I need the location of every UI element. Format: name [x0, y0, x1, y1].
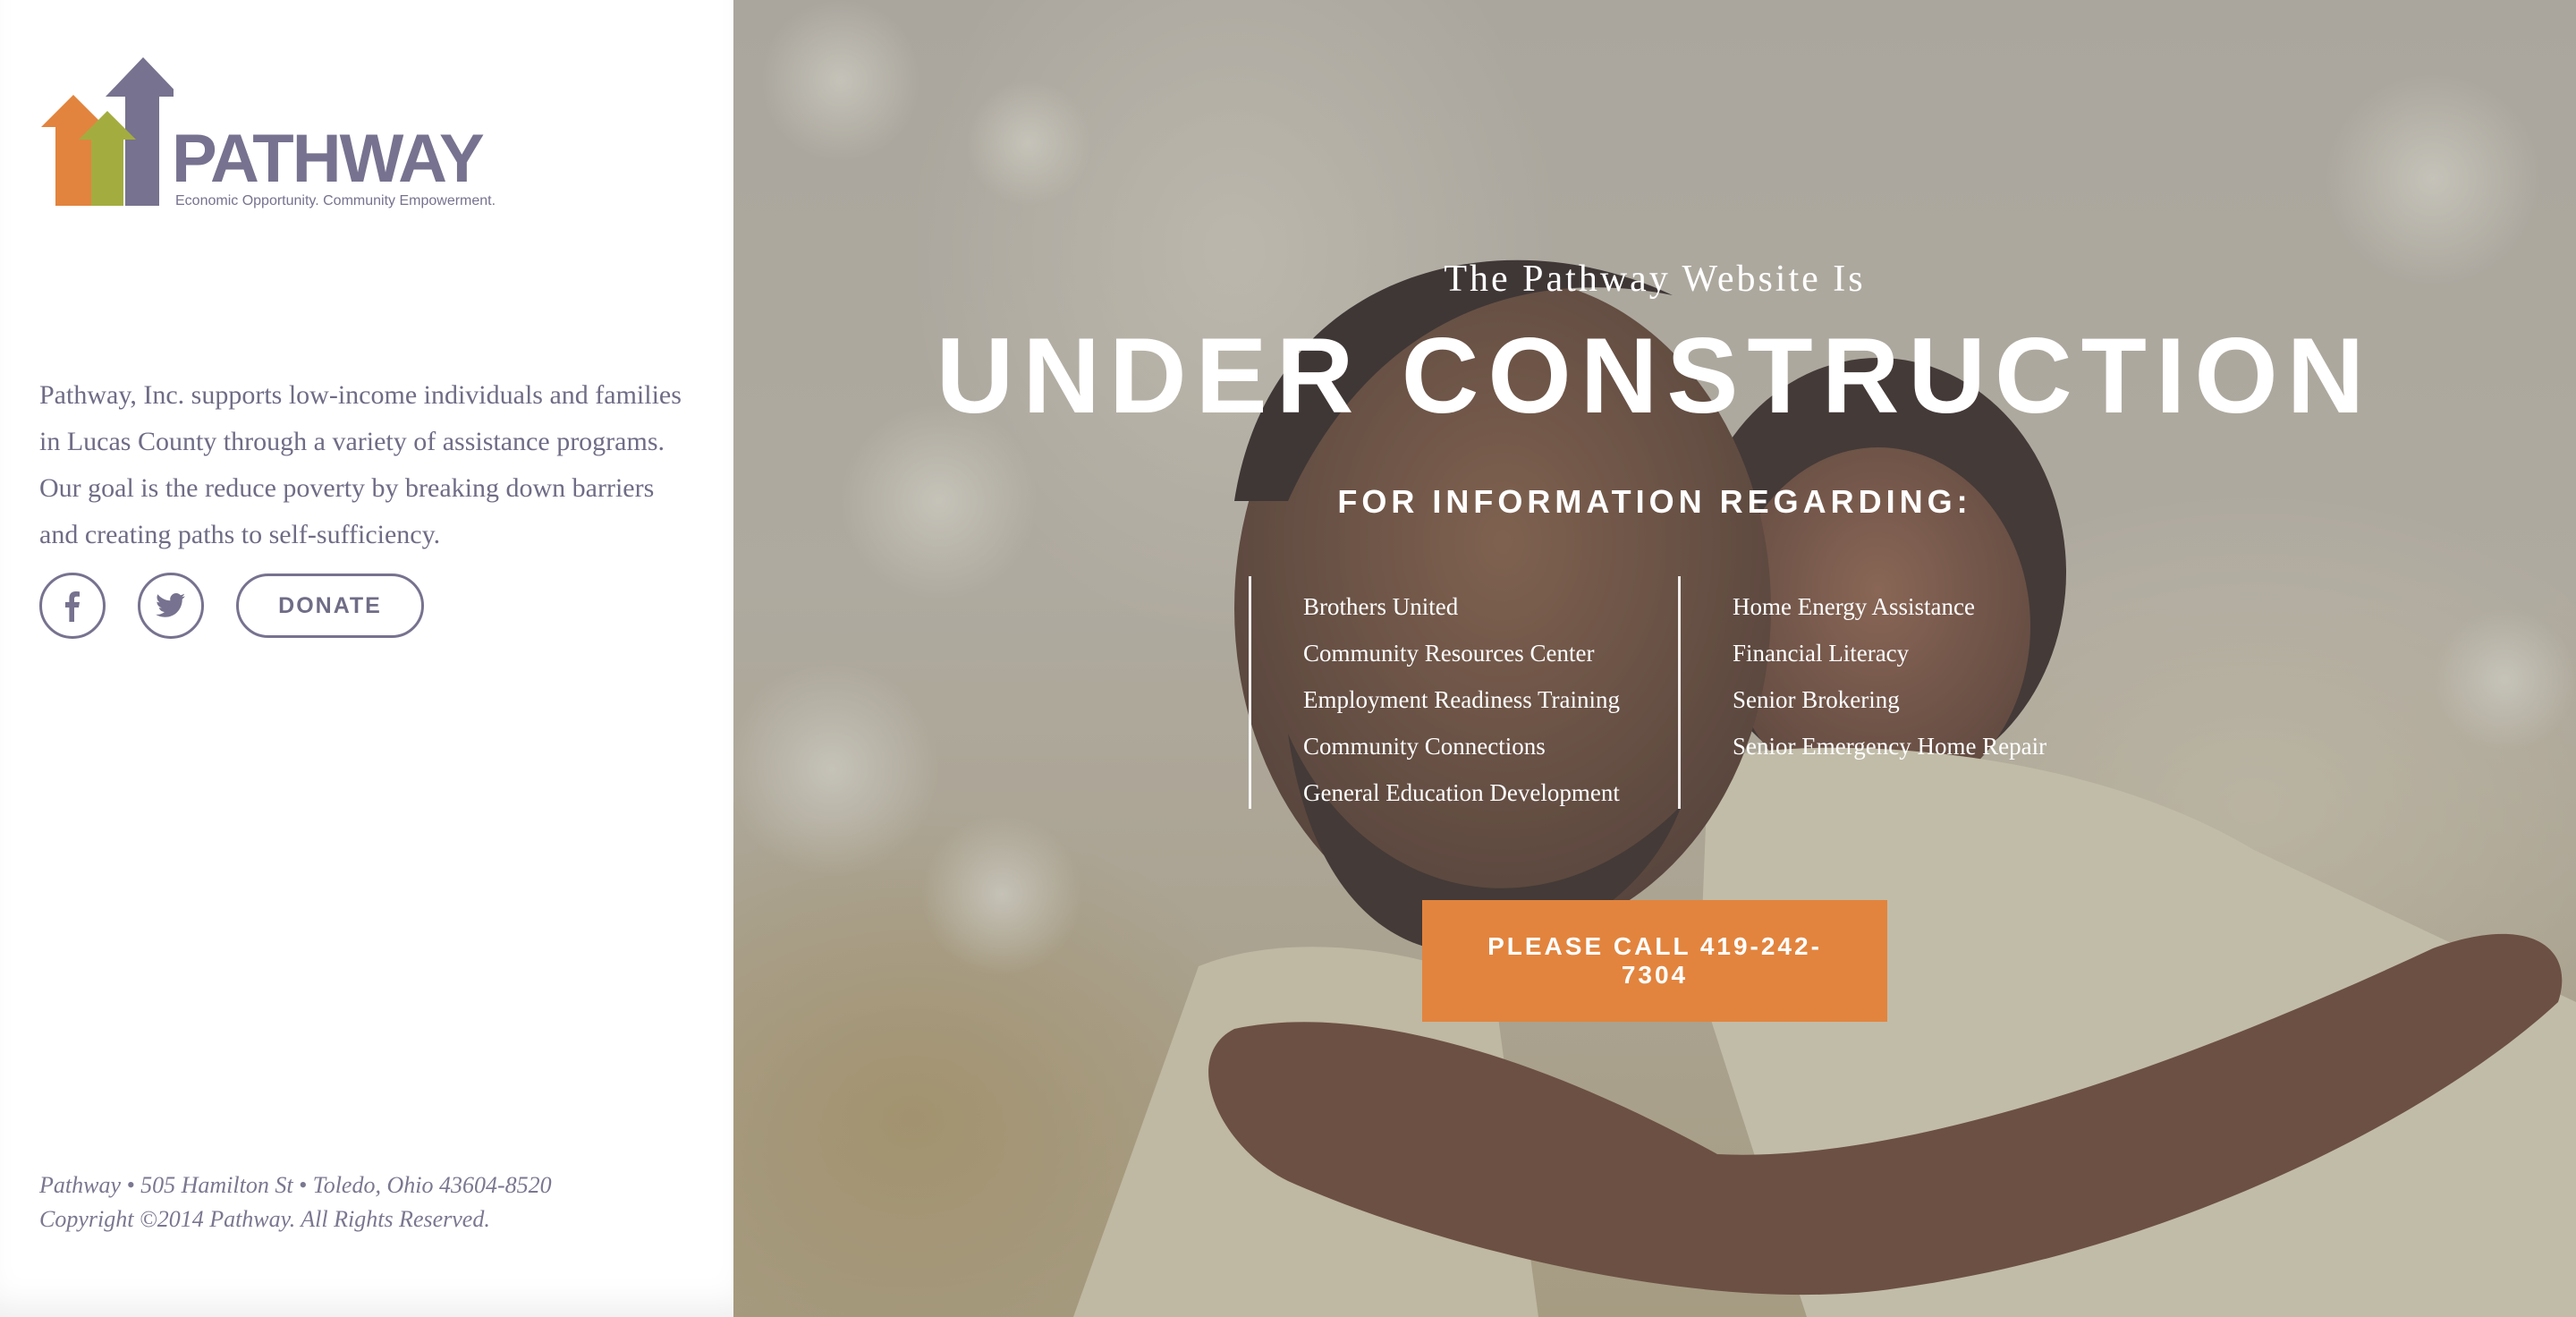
program-item[interactable]: General Education Development: [1303, 769, 1620, 816]
twitter-button[interactable]: [138, 573, 204, 639]
twitter-icon: [156, 593, 185, 617]
about-text: Pathway, Inc. supports low-income indivi…: [39, 380, 682, 549]
sidebar: PATHWAY Economic Opportunity. Community …: [0, 0, 733, 1317]
program-item[interactable]: Home Energy Assistance: [1733, 583, 2046, 630]
footer-copyright: Copyright ©2014 Pathway. All Rights Rese…: [39, 1206, 490, 1232]
hero-content: The Pathway Website Is UNDER CONSTRUCTIO…: [733, 0, 2576, 1317]
logo-arrows-icon: [41, 57, 174, 206]
social-row: DONATE: [39, 573, 424, 639]
program-item[interactable]: Employment Readiness Training: [1303, 676, 1620, 723]
hero-headline: UNDER CONSTRUCTION: [936, 316, 2374, 436]
donate-button[interactable]: DONATE: [236, 574, 424, 638]
facebook-icon: [65, 591, 80, 622]
program-item[interactable]: Senior Brokering: [1733, 676, 2046, 723]
program-item[interactable]: Community Resources Center: [1303, 630, 1620, 676]
program-item[interactable]: Senior Emergency Home Repair: [1733, 723, 2046, 769]
logo-wordmark: PATHWAY: [172, 121, 485, 197]
hero-section: The Pathway Website Is UNDER CONSTRUCTIO…: [733, 0, 2576, 1317]
program-item[interactable]: Community Connections: [1303, 723, 1620, 769]
hero-kicker: The Pathway Website Is: [1444, 259, 1866, 300]
call-button[interactable]: PLEASE CALL 419-242-7304: [1422, 900, 1887, 1022]
programs-list-right: Home Energy Assistance Financial Literac…: [1678, 576, 2046, 809]
facebook-button[interactable]: [39, 573, 106, 639]
footer-address: Pathway • 505 Hamilton St • Toledo, Ohio…: [39, 1172, 552, 1198]
page: PATHWAY Economic Opportunity. Community …: [0, 0, 2576, 1317]
logo-tagline: Economic Opportunity. Community Empowerm…: [175, 193, 496, 208]
program-item[interactable]: Brothers United: [1303, 583, 1620, 630]
pathway-logo[interactable]: PATHWAY Economic Opportunity. Community …: [39, 54, 504, 215]
hero-subhead: FOR INFORMATION REGARDING:: [1337, 483, 1972, 520]
programs-list-left: Brothers United Community Resources Cent…: [1249, 576, 1620, 809]
program-item[interactable]: Financial Literacy: [1733, 630, 2046, 676]
footer: Pathway • 505 Hamilton St • Toledo, Ohio…: [39, 1168, 552, 1236]
